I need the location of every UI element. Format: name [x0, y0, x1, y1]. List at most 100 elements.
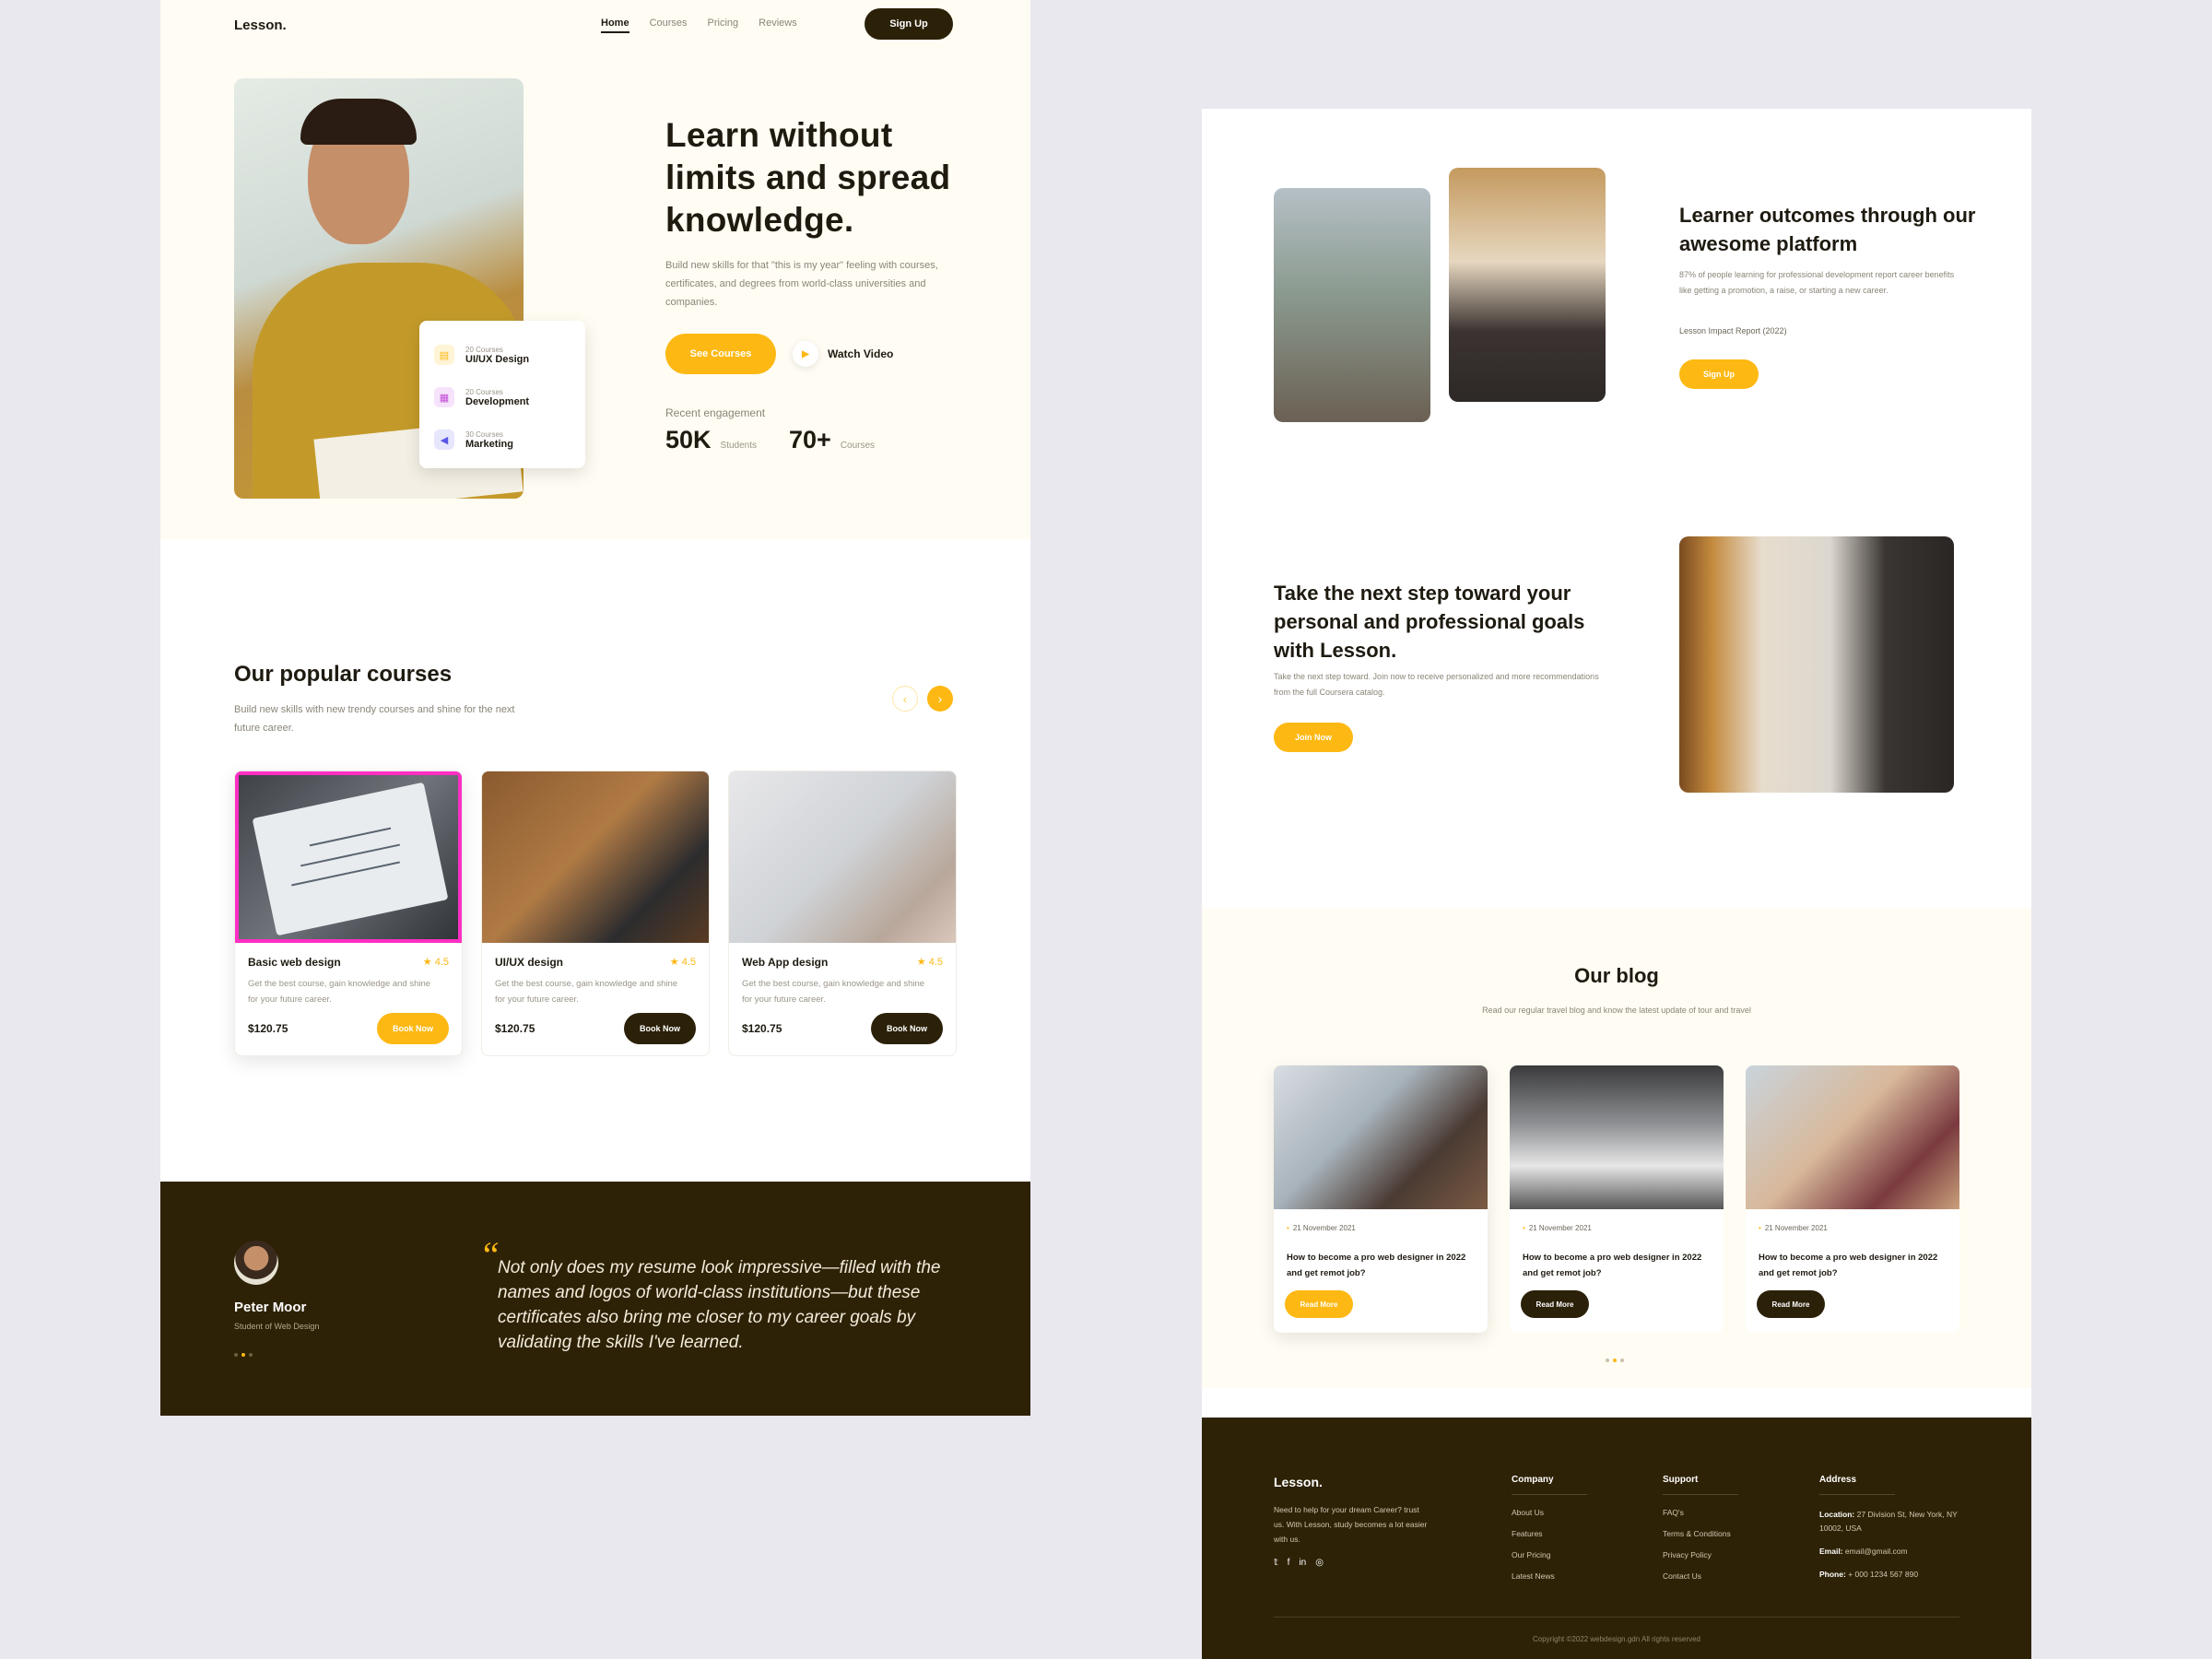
- footer-logo[interactable]: Lesson.: [1274, 1475, 1323, 1489]
- course-description: Get the best course, gain knowledge and …: [495, 979, 678, 1005]
- book-now-button[interactable]: Book Now: [871, 1013, 943, 1044]
- course-card[interactable]: UI/UX design ★ 4.5 Get the best course, …: [481, 771, 710, 1056]
- course-card[interactable]: Web App design ★ 4.5 Get the best course…: [728, 771, 957, 1056]
- category-count: 20 Courses: [465, 345, 503, 354]
- blog-card[interactable]: 21 November 2021 How to become a pro web…: [1510, 1065, 1724, 1333]
- footer-link[interactable]: Latest News: [1512, 1571, 1587, 1581]
- testimonial-role: Student of Web Design: [234, 1322, 320, 1331]
- nav-logo[interactable]: Lesson.: [234, 18, 287, 33]
- chevron-right-icon[interactable]: ›: [927, 686, 953, 712]
- read-more-button[interactable]: Read More: [1285, 1290, 1353, 1318]
- book-now-button[interactable]: Book Now: [624, 1013, 696, 1044]
- nav-links: Home Courses Pricing Reviews: [601, 18, 797, 33]
- blog-headline[interactable]: How to become a pro web designer in 2022…: [1523, 1250, 1716, 1281]
- pagination-dot[interactable]: [234, 1353, 238, 1357]
- testimonial-section: Peter Moor Student of Web Design “ Not o…: [160, 1182, 1030, 1416]
- category-name: Development: [465, 395, 530, 407]
- blog-headline[interactable]: How to become a pro web designer in 2022…: [1759, 1250, 1952, 1281]
- footer-about: Need to help for your dream Career? trus…: [1274, 1505, 1428, 1544]
- category-marketing[interactable]: ◀ 30 Courses Marketing: [434, 418, 571, 461]
- pagination-dot[interactable]: [1613, 1359, 1617, 1362]
- address-email[interactable]: Email: email@gmail.com: [1819, 1545, 1958, 1559]
- course-rating: ★ 4.5: [669, 957, 696, 968]
- signup-button[interactable]: Sign Up: [1679, 359, 1759, 389]
- nav-link-courses[interactable]: Courses: [650, 18, 688, 33]
- course-card[interactable]: Basic web design ★ 4.5 Get the best cour…: [234, 771, 463, 1056]
- blog-card[interactable]: 21 November 2021 How to become a pro web…: [1746, 1065, 1959, 1333]
- pagination-dot[interactable]: [249, 1353, 253, 1357]
- avatar: [234, 1241, 278, 1285]
- hero-subtitle: Build new skills for that "this is my ye…: [665, 260, 938, 308]
- megaphone-icon: ◀: [434, 429, 454, 450]
- play-icon: ▶: [793, 341, 818, 367]
- footer-link[interactable]: Features: [1512, 1529, 1587, 1538]
- category-development[interactable]: ▦ 20 Courses Development: [434, 376, 571, 418]
- pagination-dot[interactable]: [1606, 1359, 1609, 1362]
- footer-link[interactable]: FAQ's: [1663, 1508, 1738, 1517]
- course-description: Get the best course, gain knowledge and …: [742, 979, 925, 1005]
- star-icon: ★: [669, 957, 679, 968]
- facebook-icon[interactable]: f: [1288, 1558, 1290, 1568]
- watch-video-button[interactable]: ▶ Watch Video: [793, 341, 893, 367]
- course-name: UI/UX design: [495, 956, 564, 969]
- nav-link-reviews[interactable]: Reviews: [759, 18, 797, 33]
- address-phone[interactable]: Phone: + 000 1234 567 890: [1819, 1568, 1958, 1582]
- social-links: 𝕥 f in ◎: [1274, 1558, 1324, 1568]
- stat-label: Courses: [840, 441, 876, 451]
- nav-link-home[interactable]: Home: [601, 18, 629, 33]
- blog-headline[interactable]: How to become a pro web designer in 2022…: [1287, 1250, 1480, 1281]
- outcome-photo-balcony: [1274, 188, 1430, 422]
- blog-title: Our blog: [1574, 964, 1659, 987]
- outcomes-text: 87% of people learning for professional …: [1679, 270, 1955, 295]
- instagram-icon[interactable]: ◎: [1315, 1558, 1324, 1568]
- join-now-button[interactable]: Join Now: [1274, 723, 1353, 752]
- blog-pagination: [1606, 1359, 1624, 1362]
- course-image-desk: [482, 771, 709, 943]
- star-icon: ★: [422, 957, 432, 968]
- footer-company: Company About Us Features Our Pricing La…: [1512, 1475, 1587, 1593]
- category-name: UI/UX Design: [465, 353, 530, 365]
- pagination-dot[interactable]: [1620, 1359, 1624, 1362]
- testimonial-quote: Not only does my resume look impressive—…: [498, 1258, 941, 1352]
- pagination-dot[interactable]: [241, 1353, 245, 1357]
- landing-page-left: Lesson. Home Courses Pricing Reviews Sig…: [160, 0, 1030, 1416]
- footer-col-title: Support: [1663, 1475, 1738, 1495]
- layout-icon: ▤: [434, 345, 454, 365]
- footer: Lesson. Need to help for your dream Care…: [1202, 1418, 2031, 1659]
- quote-icon: “: [479, 1234, 500, 1276]
- testimonial-name: Peter Moor: [234, 1300, 307, 1315]
- blog-image: [1746, 1065, 1959, 1209]
- footer-col-title: Address: [1819, 1475, 1895, 1495]
- landing-page-right: Learner outcomes through our awesome pla…: [1202, 109, 2031, 1659]
- footer-link[interactable]: Privacy Policy: [1663, 1550, 1738, 1559]
- footer-col-title: Company: [1512, 1475, 1587, 1495]
- twitter-icon[interactable]: 𝕥: [1274, 1558, 1278, 1568]
- read-more-button[interactable]: Read More: [1757, 1290, 1825, 1318]
- footer-link[interactable]: Terms & Conditions: [1663, 1529, 1738, 1538]
- nextstep-title: Take the next step toward your personal …: [1274, 582, 1585, 662]
- stat-value: 70+: [789, 426, 831, 453]
- nav-signup-button[interactable]: Sign Up: [865, 8, 953, 40]
- engagement-label: Recent engagement: [665, 406, 766, 419]
- footer-divider: [1274, 1617, 1959, 1618]
- footer-link[interactable]: Our Pricing: [1512, 1550, 1587, 1559]
- read-more-button[interactable]: Read More: [1521, 1290, 1589, 1318]
- book-now-button[interactable]: Book Now: [377, 1013, 449, 1044]
- category-card: ▤ 20 Courses UI/UX Design ▦ 20 Courses D…: [419, 321, 585, 468]
- blog-image: [1510, 1065, 1724, 1209]
- hero-section: Lesson. Home Courses Pricing Reviews Sig…: [160, 0, 1030, 539]
- outcome-photo-sofa: [1449, 168, 1606, 402]
- linkedin-icon[interactable]: in: [1299, 1558, 1306, 1568]
- chevron-left-icon[interactable]: ‹: [892, 686, 918, 712]
- footer-support: Support FAQ's Terms & Conditions Privacy…: [1663, 1475, 1738, 1593]
- nav-link-pricing[interactable]: Pricing: [708, 18, 739, 33]
- see-courses-button[interactable]: See Courses: [665, 334, 776, 374]
- footer-link[interactable]: About Us: [1512, 1508, 1587, 1517]
- courses-title: Our popular courses: [234, 662, 453, 687]
- course-price: $120.75: [742, 1022, 782, 1035]
- blog-card[interactable]: 21 November 2021 How to become a pro web…: [1274, 1065, 1488, 1333]
- category-uiux[interactable]: ▤ 20 Courses UI/UX Design: [434, 334, 571, 376]
- footer-link[interactable]: Contact Us: [1663, 1571, 1738, 1581]
- footer-copyright: Copyright ©2022 webdesign.gdn All rights…: [1533, 1635, 1700, 1643]
- course-description: Get the best course, gain knowledge and …: [248, 979, 431, 1005]
